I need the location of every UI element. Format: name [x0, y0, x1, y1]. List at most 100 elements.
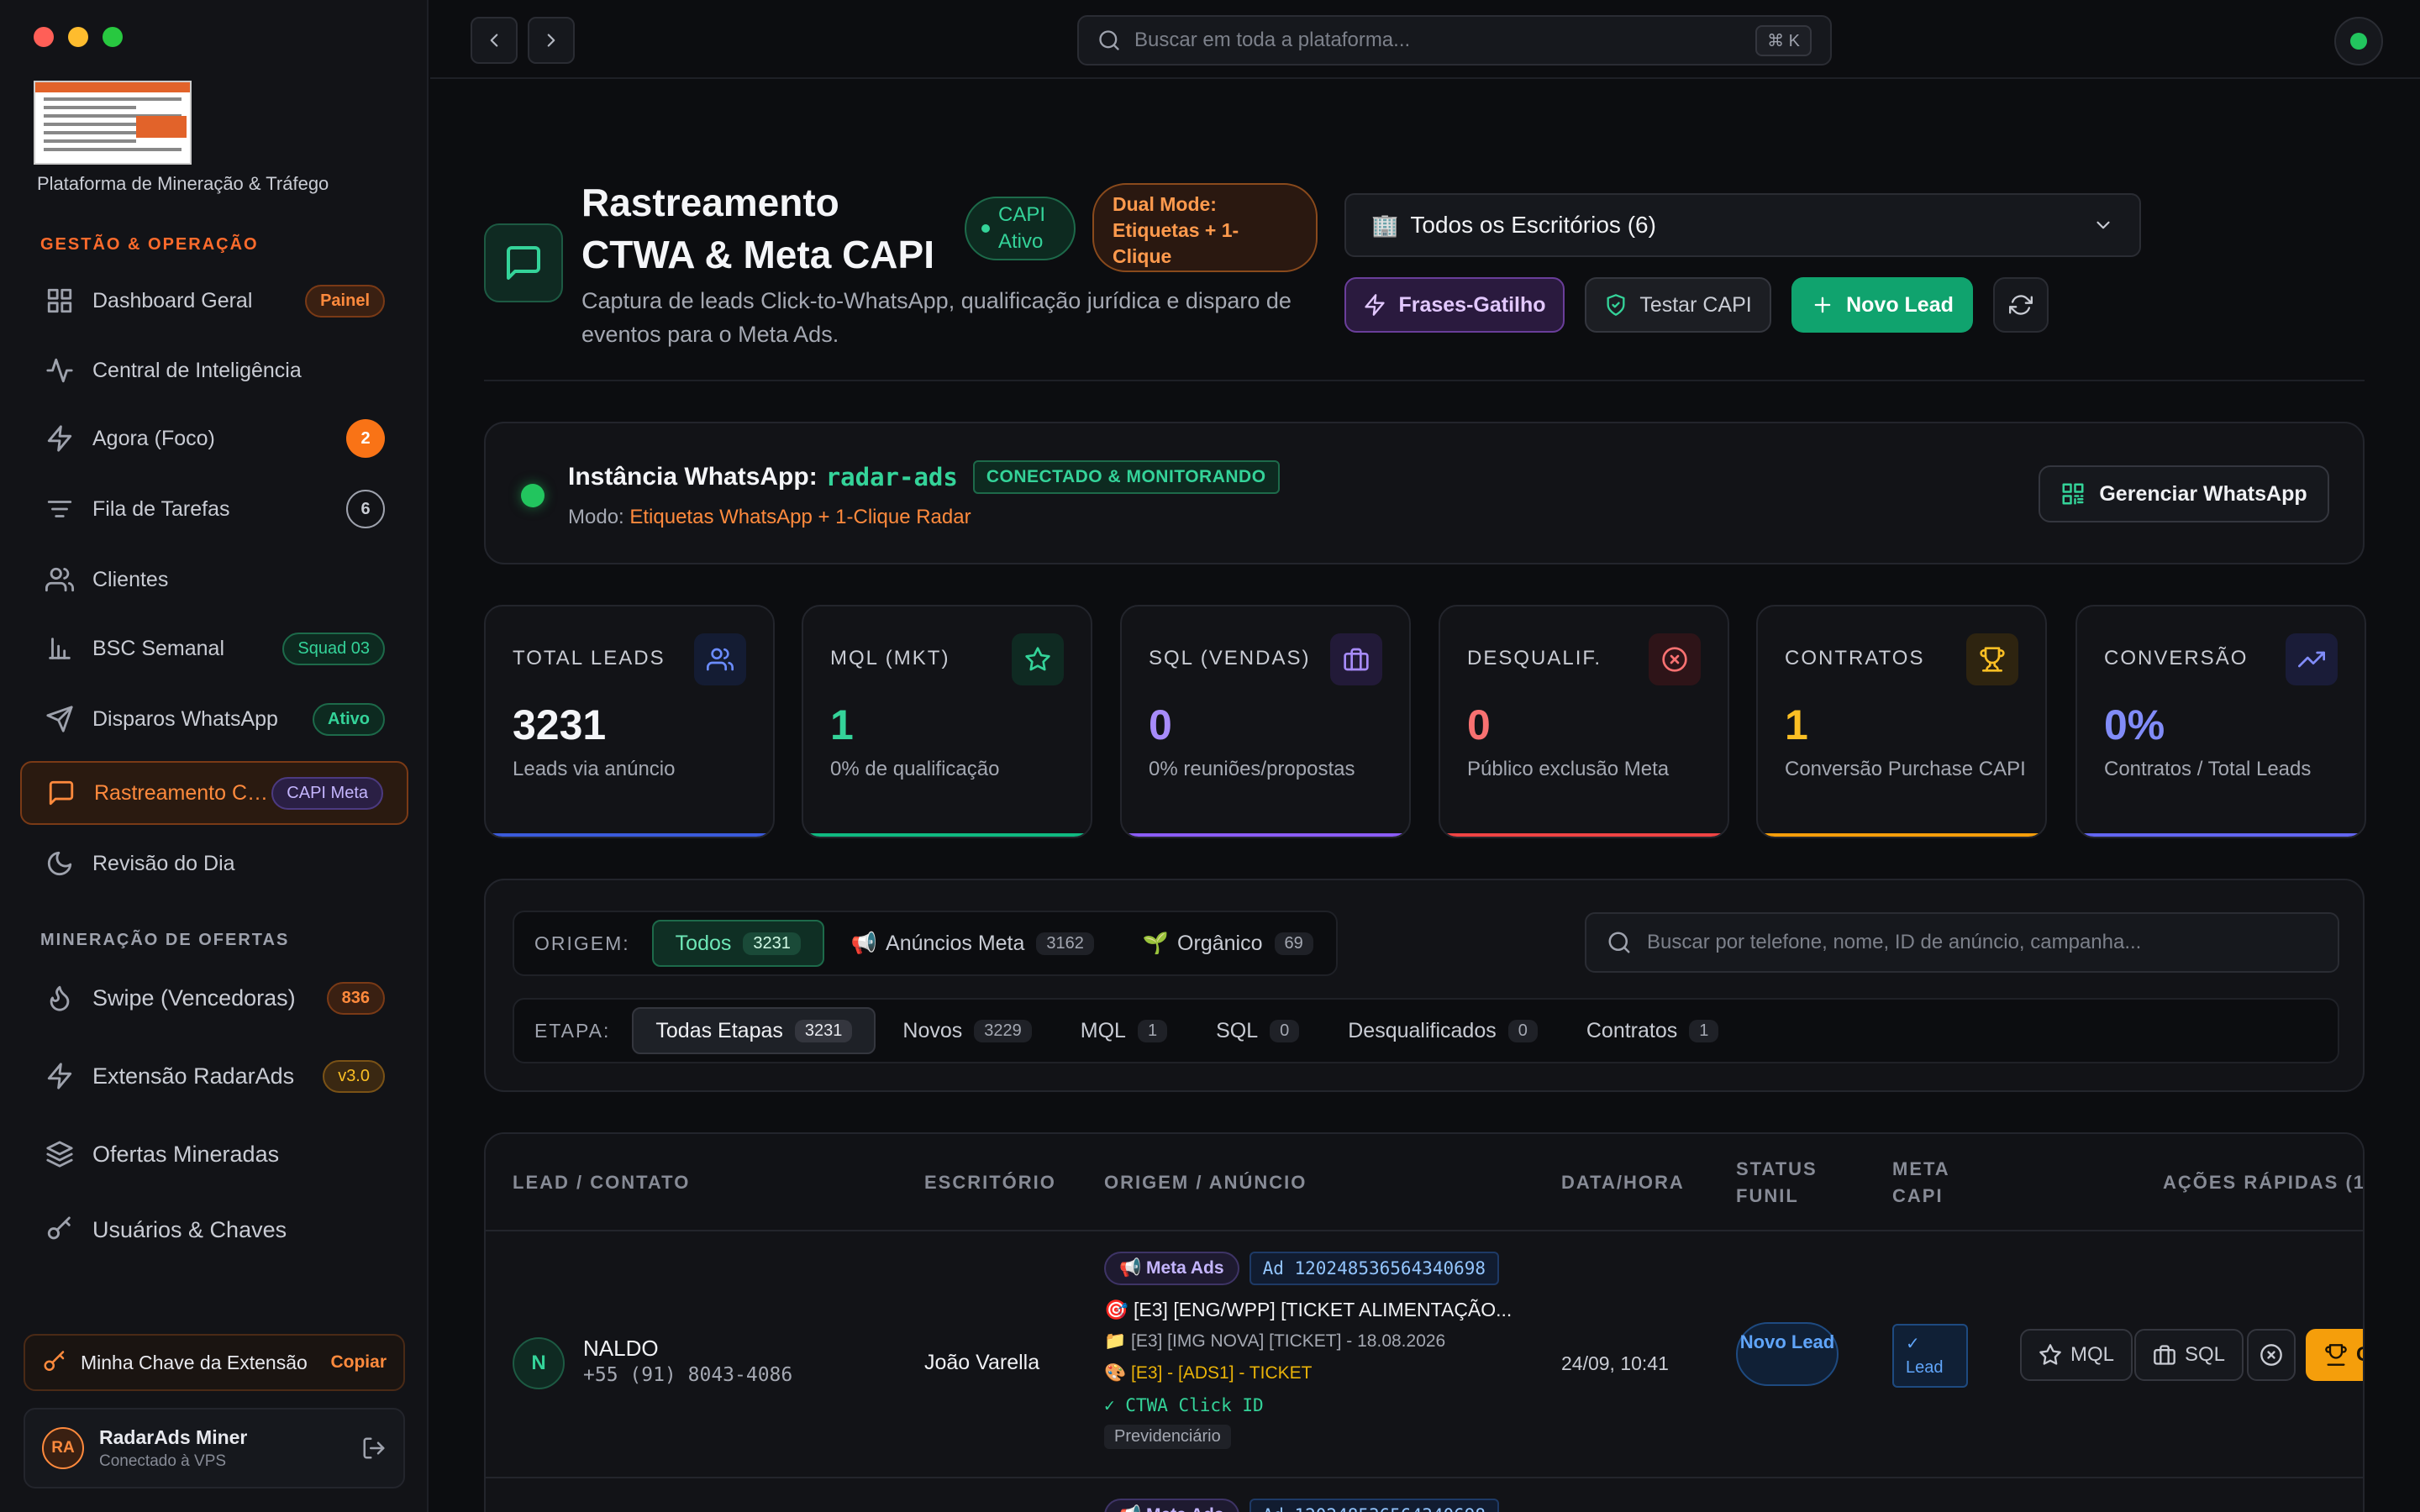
column-header[interactable]: ESCRITÓRIO: [924, 1169, 1056, 1196]
extension-key-box: Minha Chave da Extensão Copiar: [24, 1334, 405, 1391]
office-select[interactable]: 🏢 Todos os Escritórios (6): [1344, 193, 2141, 257]
stat-label: CONTRATOS: [1785, 647, 1925, 669]
megaphone-icon: 📢: [850, 931, 878, 955]
ad-id-tag[interactable]: Ad 120248536564340698: [1249, 1499, 1500, 1512]
sidebar-item-mined-offers[interactable]: Ofertas Mineradas: [20, 1122, 408, 1186]
stage-chip-mql[interactable]: MQL 1: [1059, 1007, 1189, 1054]
disqualify-button[interactable]: [2247, 1329, 2296, 1381]
close-window-button[interactable]: [34, 27, 54, 47]
sidebar-item-label: Disparos WhatsApp: [92, 706, 278, 731]
star-icon: [2039, 1344, 2061, 1365]
ad-name: 🎨 [E3] - [ADS1] - TICKET: [1104, 1363, 1313, 1383]
chevron-down-icon: [2096, 221, 2110, 229]
connection-badge: CONECTADO & MONITORANDO: [972, 460, 1280, 494]
stat-accent-bar: [1122, 833, 1409, 837]
section-label-mining: MINERAÇÃO DE OFERTAS: [40, 931, 290, 949]
column-header[interactable]: ORIGEM / ANÚNCIO: [1104, 1169, 1307, 1196]
sidebar-item-bsc[interactable]: BSC Semanal Squad 03: [20, 617, 408, 680]
page-icon: [484, 223, 563, 302]
connection-status-button[interactable]: [2334, 17, 2383, 66]
trigger-phrases-button[interactable]: Frases-Gatilho: [1344, 277, 1565, 333]
badge: CAPI Meta: [271, 776, 383, 810]
origin-chip-all[interactable]: Todos 3231: [651, 920, 824, 967]
lead-office: João Varella: [924, 1351, 1040, 1374]
stat-value: 1: [830, 701, 854, 748]
sidebar-item-label: BSC Semanal: [92, 636, 225, 660]
column-header[interactable]: AÇÕES RÁPIDAS (1-: [2163, 1169, 2363, 1196]
manage-whatsapp-button[interactable]: Gerenciar WhatsApp: [2039, 465, 2329, 522]
ad-id-tag[interactable]: Ad 120248536564340698: [1249, 1252, 1500, 1285]
campaign-name: 🎯 [E3] [ENG/WPP] [TICKET ALIMENTAÇÃO...: [1104, 1299, 1512, 1320]
online-indicator: [2350, 33, 2367, 50]
new-lead-button[interactable]: Novo Lead: [1791, 277, 1973, 333]
column-header[interactable]: META CAPI: [1892, 1156, 1968, 1210]
sidebar-item-clients[interactable]: Clientes: [20, 548, 408, 612]
lead-datetime: 24/09, 10:41: [1561, 1352, 1669, 1374]
copy-key-button[interactable]: Copiar: [330, 1352, 387, 1373]
table-row[interactable]: N NALDO +55 (91) 8043-4086 João Varella …: [486, 1231, 2363, 1478]
column-header[interactable]: STATUS FUNIL: [1736, 1156, 1837, 1210]
sidebar-item-users-keys[interactable]: Usuários & Chaves: [20, 1198, 408, 1262]
test-capi-button[interactable]: Testar CAPI: [1585, 277, 1771, 333]
count-badge: 2: [346, 419, 385, 458]
stat-subtitle: Conversão Purchase CAPI: [1785, 758, 2026, 780]
sidebar-item-label: Extensão RadarAds: [92, 1063, 295, 1089]
minimize-window-button[interactable]: [68, 27, 88, 47]
mark-mql-button[interactable]: MQL: [2020, 1329, 2133, 1381]
stage-chip-new[interactable]: Novos 3229: [881, 1007, 1053, 1054]
sidebar-item-tasks[interactable]: Fila de Tarefas 6: [20, 477, 408, 541]
sidebar-item-daily-review[interactable]: Revisão do Dia: [20, 832, 408, 895]
count-badge: 6: [346, 490, 385, 528]
user-profile[interactable]: RA RadarAds Miner Conectado à VPS: [24, 1408, 405, 1488]
back-button[interactable]: [471, 17, 518, 64]
stage-chip-all[interactable]: Todas Etapas 3231: [632, 1007, 876, 1054]
zap-icon: [1365, 294, 1386, 316]
global-search-input[interactable]: Buscar em toda a plataforma... ⌘ K: [1077, 15, 1832, 66]
stage-chip-disqualified[interactable]: Desqualificados 0: [1326, 1007, 1560, 1054]
stage-chip-sql[interactable]: SQL 0: [1194, 1007, 1321, 1054]
sidebar-item-tracking[interactable]: Rastreamento CTWA & Meta CAPI CAPI Meta: [20, 761, 408, 825]
stat-accent-bar: [1758, 833, 2045, 837]
search-icon: [1099, 30, 1119, 50]
stat-accent-bar: [1440, 833, 1728, 837]
chevron-right-icon: [547, 34, 555, 47]
mark-sql-button[interactable]: SQL: [2134, 1329, 2244, 1381]
key-icon: [47, 1216, 71, 1240]
logo-image[interactable]: [34, 81, 192, 165]
source-tag: 📢 Meta Ads: [1104, 1499, 1239, 1512]
window-controls: [34, 27, 123, 47]
plus-icon: [1814, 297, 1831, 313]
sidebar-item-whatsapp-blasts[interactable]: Disparos WhatsApp Ativo: [20, 687, 408, 751]
search-placeholder: Buscar por telefone, nome, ID de anúncio…: [1647, 931, 2142, 953]
stat-card-sql: SQL (VENDAS) 0 0% reuniões/propostas: [1120, 605, 1411, 838]
search-placeholder: Buscar em toda a plataforma...: [1134, 29, 1411, 51]
maximize-window-button[interactable]: [103, 27, 123, 47]
table-row-partial[interactable]: 📢 Meta Ads Ad 120248536564340698: [1104, 1499, 1500, 1512]
forward-button[interactable]: [528, 17, 575, 64]
trophy-icon: [1966, 633, 2018, 685]
sidebar-item-label: Usuários & Chaves: [92, 1216, 287, 1242]
sidebar-item-dashboard[interactable]: Dashboard Geral Painel: [20, 269, 408, 333]
logout-icon[interactable]: [361, 1436, 387, 1461]
origin-chip-meta-ads[interactable]: 📢 Anúncios Meta 3162: [829, 920, 1116, 967]
lead-search-input[interactable]: Buscar por telefone, nome, ID de anúncio…: [1585, 912, 2339, 973]
refresh-button[interactable]: [1993, 277, 2049, 333]
sidebar-item-focus[interactable]: Agora (Foco) 2: [20, 407, 408, 470]
origin-chip-organic[interactable]: 🌱 Orgânico 69: [1121, 920, 1335, 967]
message-square-icon: [507, 246, 540, 280]
stage-label: ETAPA:: [534, 1019, 611, 1042]
stage-chip-contracts[interactable]: Contratos 1: [1565, 1007, 1741, 1054]
sidebar-item-swipe[interactable]: Swipe (Vencedoras) 836: [20, 966, 408, 1030]
column-header[interactable]: LEAD / CONTATO: [513, 1169, 690, 1196]
shield-check-icon: [1607, 294, 1625, 316]
sidebar-item-intelligence[interactable]: Central de Inteligência: [20, 339, 408, 402]
users-icon: [694, 633, 746, 685]
zap-icon: [47, 425, 72, 452]
column-header[interactable]: DATA/HORA: [1561, 1169, 1685, 1196]
mark-contract-button[interactable]: C: [2306, 1329, 2363, 1381]
instance-mode-value: Etiquetas WhatsApp + 1-Clique Radar: [629, 506, 971, 528]
instance-mode: Modo: Etiquetas WhatsApp + 1-Clique Rada…: [568, 506, 971, 528]
sidebar-item-radarads-extension[interactable]: Extensão RadarAds v3.0: [20, 1044, 408, 1108]
briefcase-icon: [1330, 633, 1382, 685]
sidebar-item-label: Dashboard Geral: [92, 288, 253, 312]
